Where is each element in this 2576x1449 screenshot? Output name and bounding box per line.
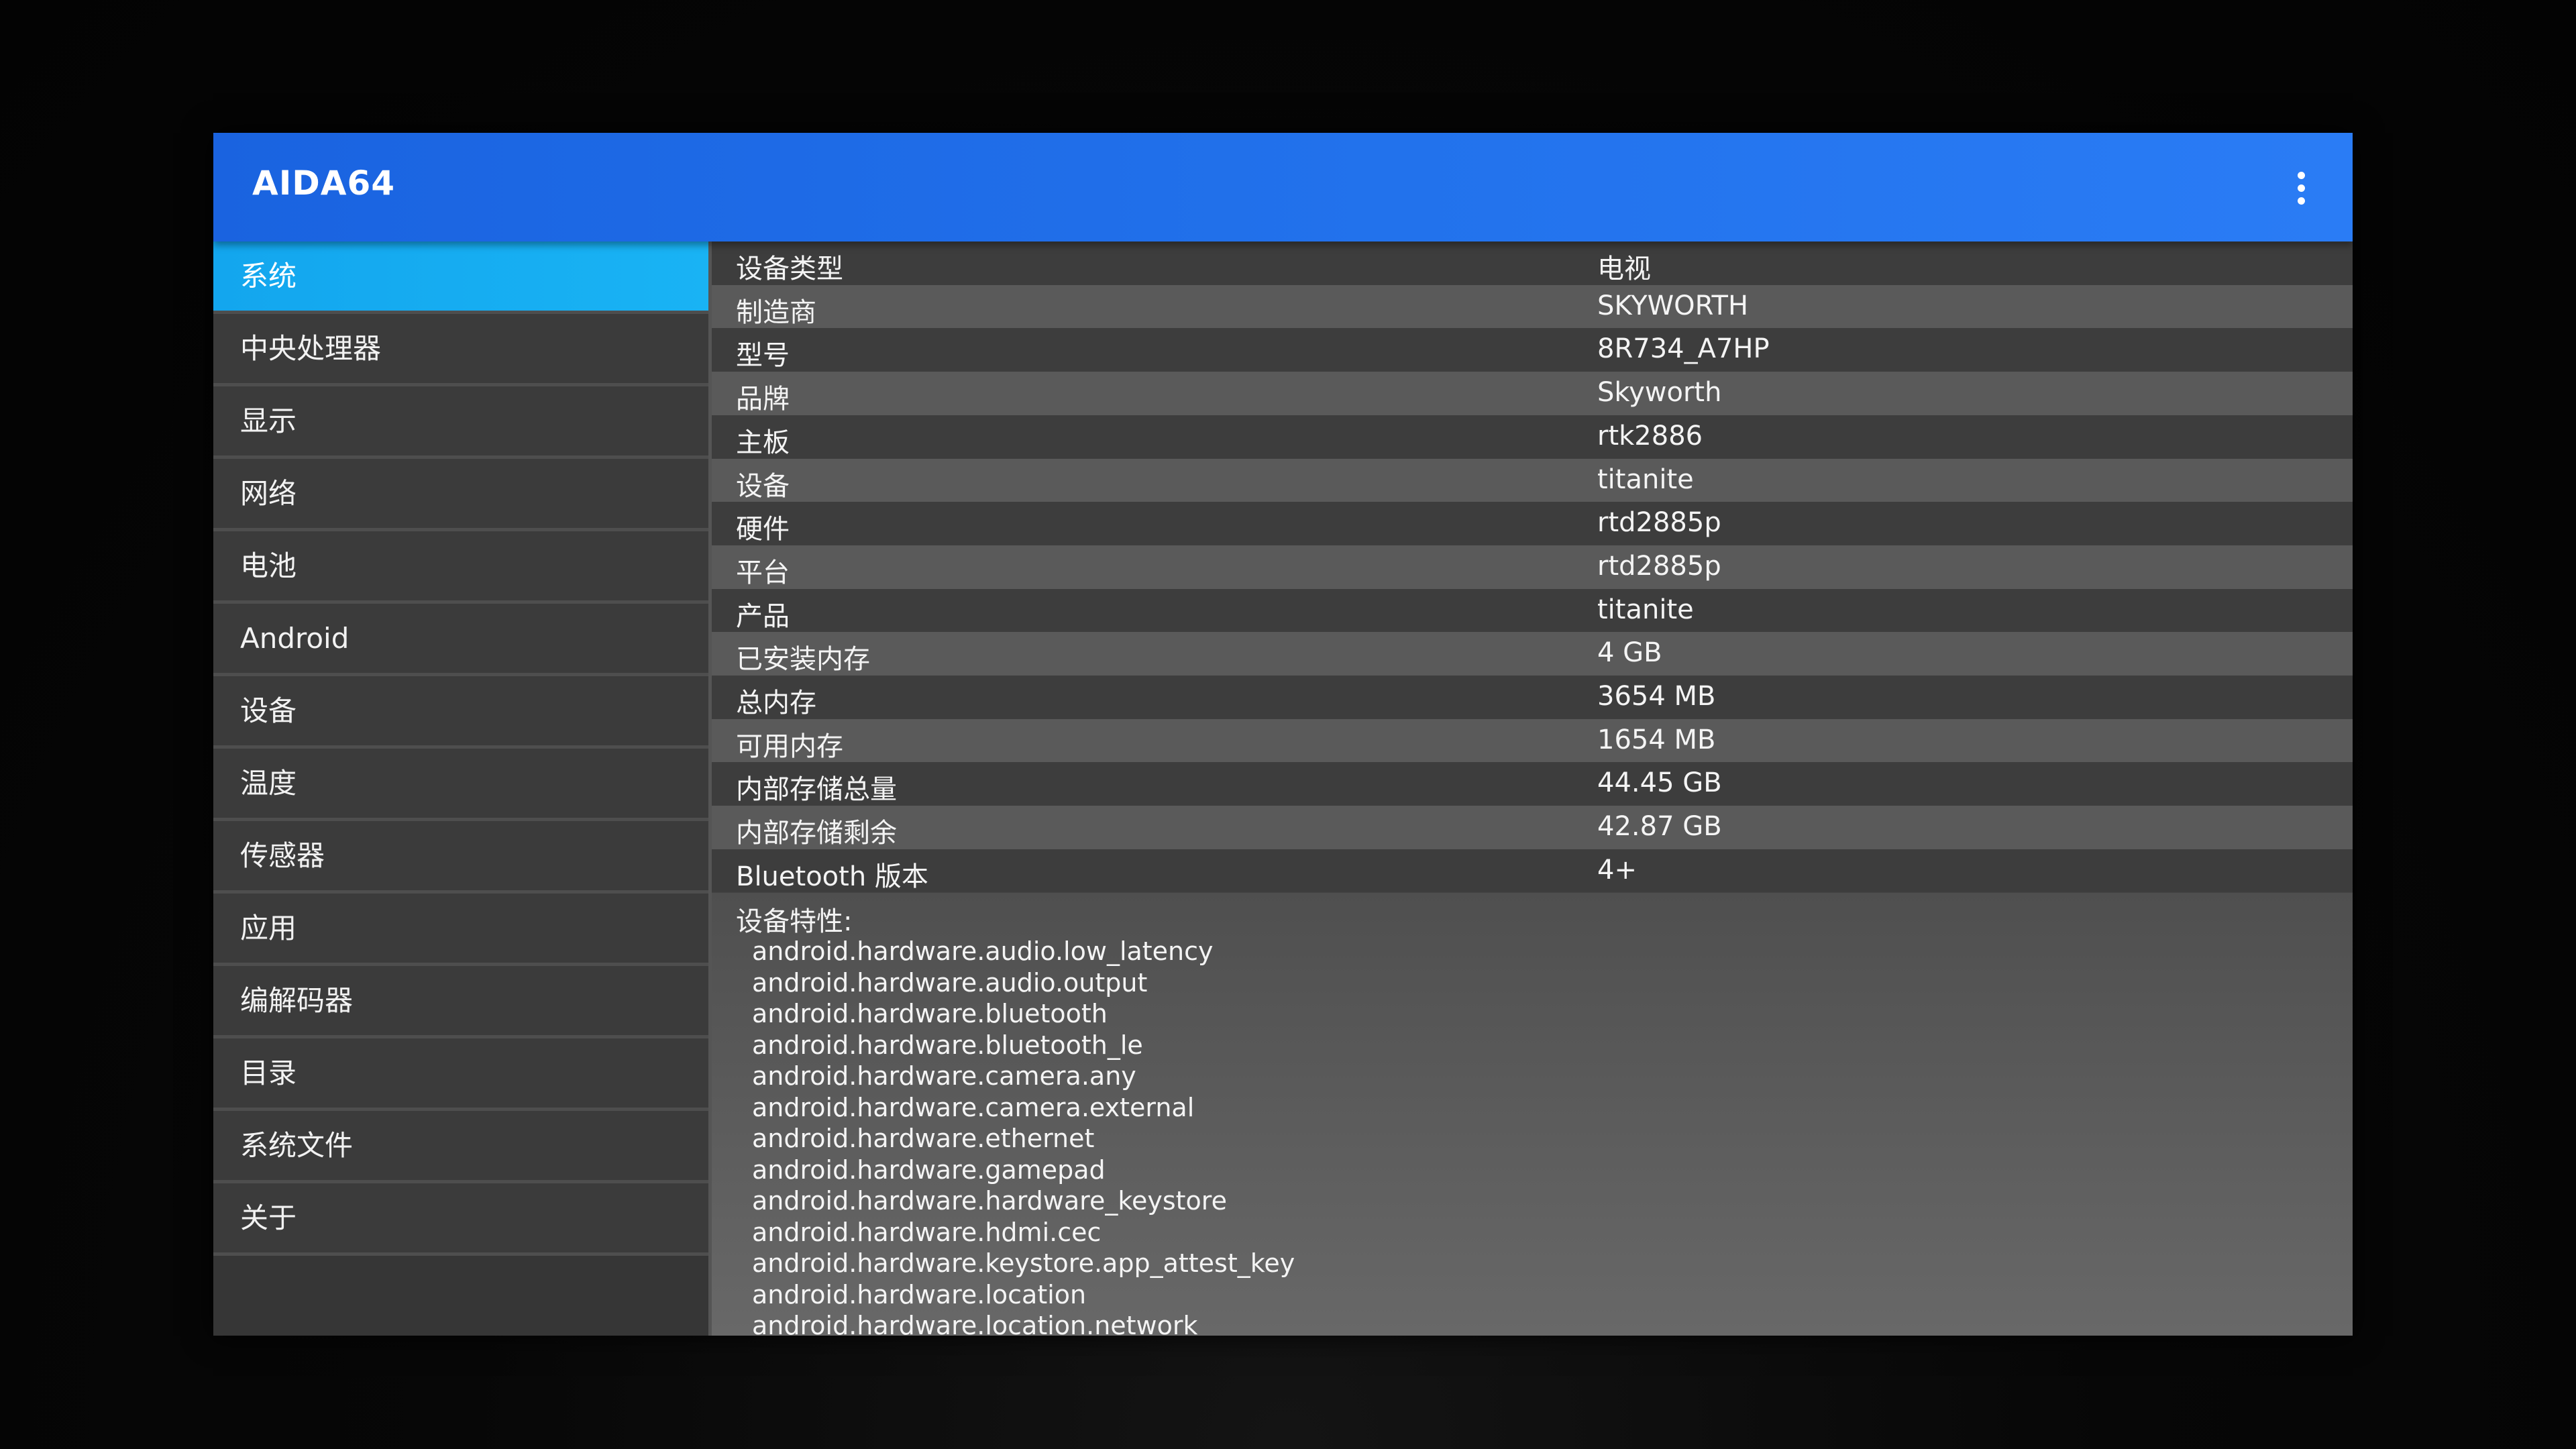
row-key: Bluetooth 版本 — [736, 861, 928, 892]
sidebar-item-codecs[interactable]: 编解码器 — [213, 966, 708, 1038]
row-key: 设备类型 — [736, 254, 843, 284]
sidebar-item-android[interactable]: Android — [213, 604, 708, 676]
device-features-section: 设备特性: android.hardware.audio.low_latency… — [712, 893, 2353, 1336]
sidebar-item-label: 关于 — [240, 1201, 297, 1234]
more-vert-icon[interactable] — [2291, 172, 2311, 205]
table-row: 主板 rtk2886 — [712, 415, 2353, 459]
feature-item: android.hardware.bluetooth_le — [752, 1030, 1143, 1060]
background: AIDA64 系统 中央处理器 显示 网络 电池 Android 设备 温度 传… — [0, 0, 2576, 1449]
row-value: 8R734_A7HP — [1597, 333, 1770, 365]
row-key: 产品 — [736, 600, 790, 632]
sidebar-item-label: 传感器 — [240, 839, 325, 872]
table-row: 品牌 Skyworth — [712, 372, 2353, 415]
row-key: 内部存储剩余 — [736, 818, 897, 849]
row-key: 硬件 — [736, 514, 790, 545]
feature-item: android.hardware.keystore.app_attest_key — [752, 1248, 1295, 1278]
sidebar-item-label: 编解码器 — [240, 984, 354, 1017]
sidebar-item-sensors[interactable]: 传感器 — [213, 821, 708, 894]
feature-item: android.hardware.audio.output — [752, 967, 1148, 998]
row-value: 3654 MB — [1597, 681, 1716, 712]
sidebar-item-directories[interactable]: 目录 — [213, 1038, 708, 1111]
sidebar-item-label: 温度 — [240, 767, 297, 800]
details-panel: 设备类型 电视制造商 SKYWORTH 型号 8R734_A7HP 品牌 Skyworth 主… — [712, 241, 2353, 1336]
row-value: titanite — [1597, 594, 1694, 625]
row-key: 平台 — [736, 557, 790, 588]
row-key: 设备 — [736, 470, 790, 502]
sidebar-item-system-files[interactable]: 系统文件 — [213, 1111, 708, 1183]
table-row: 平台 rtd2885p — [712, 545, 2353, 589]
sidebar-item-about[interactable]: 关于 — [213, 1183, 708, 1256]
feature-item: android.hardware.bluetooth — [752, 999, 1108, 1028]
feature-item: android.hardware.location — [752, 1279, 1087, 1309]
app-bar: AIDA64 — [213, 133, 2353, 241]
row-value: rtd2885p — [1597, 507, 1721, 539]
table-row: 内部存储剩余 42.87 GB — [712, 806, 2353, 849]
table-row: 产品 titanite — [712, 588, 2353, 633]
table-row: 硬件 rtd2885p — [712, 502, 2353, 545]
table-row: 设备类型 电视 — [712, 241, 2353, 285]
sidebar-item-label: 网络 — [240, 477, 297, 510]
sidebar-item-battery[interactable]: 电池 — [213, 531, 708, 604]
app-title: AIDA64 — [252, 164, 396, 203]
features-title: 设备特性: — [736, 906, 853, 937]
row-value: Skyworth — [1597, 377, 1722, 409]
row-key: 型号 — [736, 340, 790, 372]
row-key: 可用内存 — [736, 731, 843, 762]
row-key: 主板 — [736, 427, 790, 458]
row-key: 总内存 — [736, 688, 816, 718]
sidebar-item-label: 中央处理器 — [240, 332, 382, 365]
feature-item: android.hardware.camera.any — [752, 1061, 1136, 1091]
table-row: 型号 8R734_A7HP — [712, 328, 2353, 372]
feature-item: android.hardware.hardware_keystore — [752, 1186, 1227, 1216]
row-key: 制造商 — [736, 297, 816, 328]
sidebar-item-label: 电池 — [240, 549, 297, 582]
table-row: 制造商 SKYWORTH — [712, 284, 2353, 329]
row-value: 4+ — [1597, 854, 1637, 885]
feature-item: android.hardware.audio.low_latency — [752, 936, 1214, 966]
feature-item: android.hardware.ethernet — [752, 1124, 1095, 1153]
row-value: rtk2886 — [1597, 420, 1703, 451]
feature-item: android.hardware.location.network — [752, 1311, 1198, 1336]
row-value: 电视 — [1597, 254, 1651, 284]
feature-item: android.hardware.camera.external — [752, 1092, 1195, 1122]
feature-item: android.hardware.hdmi.cec — [752, 1217, 1102, 1247]
sidebar-item-network[interactable]: 网络 — [213, 459, 708, 531]
row-value: titanite — [1597, 464, 1694, 495]
table-row: 设备 titanite — [712, 458, 2353, 502]
features-list: android.hardware.audio.low_latency androi… — [752, 936, 1295, 1336]
row-value: 4 GB — [1597, 637, 1662, 669]
table-row: 内部存储总量 44.45 GB — [712, 762, 2353, 806]
sidebar-item-display[interactable]: 显示 — [213, 386, 708, 459]
row-value: 1654 MB — [1597, 724, 1716, 755]
sidebar-item-label: 目录 — [240, 1057, 297, 1089]
table-row: 可用内存 1654 MB — [712, 718, 2353, 763]
sidebar: 系统 中央处理器 显示 网络 电池 Android 设备 温度 传感器 应用 编… — [213, 241, 712, 1336]
sidebar-item-cpu[interactable]: 中央处理器 — [213, 314, 708, 386]
row-value: SKYWORTH — [1597, 290, 1749, 321]
table-row: 已安装内存 4 GB — [712, 632, 2353, 676]
sidebar-item-apps[interactable]: 应用 — [213, 894, 708, 966]
row-value: rtd2885p — [1597, 550, 1721, 582]
row-key: 内部存储总量 — [736, 774, 897, 806]
row-value: 44.45 GB — [1597, 767, 1722, 799]
row-value: 42.87 GB — [1597, 811, 1722, 843]
sidebar-item-label: 设备 — [240, 694, 297, 727]
feature-item: android.hardware.gamepad — [752, 1155, 1106, 1185]
tv-screen: AIDA64 系统 中央处理器 显示 网络 电池 Android 设备 温度 传… — [213, 133, 2353, 1336]
sidebar-item-label: Android — [240, 622, 350, 655]
sidebar-item-label: 系统 — [240, 260, 297, 292]
row-key: 品牌 — [736, 384, 790, 415]
row-key: 已安装内存 — [736, 644, 870, 676]
sidebar-item-label: 显示 — [240, 405, 297, 437]
table-row: 总内存 3654 MB — [712, 676, 2353, 719]
sidebar-item-system[interactable]: 系统 — [213, 241, 708, 314]
sidebar-item-devices[interactable]: 设备 — [213, 676, 708, 749]
sidebar-item-label: 系统文件 — [240, 1129, 354, 1162]
sidebar-item-label: 应用 — [240, 912, 297, 945]
sidebar-item-temperature[interactable]: 温度 — [213, 749, 708, 821]
table-row: Bluetooth 版本 4+ — [712, 849, 2353, 893]
